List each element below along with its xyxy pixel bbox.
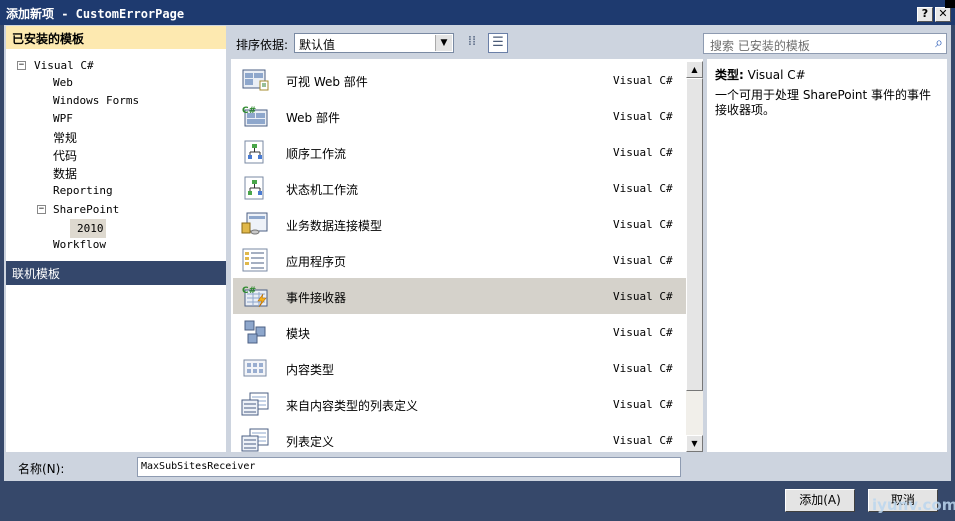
- installed-templates-header[interactable]: 已安装的模板: [6, 26, 226, 49]
- close-button[interactable]: ✕: [935, 7, 951, 22]
- details-view-icon[interactable]: ☰: [488, 33, 508, 53]
- name-label: 名称(N):: [18, 462, 65, 476]
- template-item[interactable]: 业务数据连接模型 Visual C#: [233, 206, 687, 242]
- template-item[interactable]: 顺序工作流 Visual C#: [233, 134, 687, 170]
- search-input[interactable]: 搜索 已安装的模板 ⌕: [703, 33, 947, 54]
- web-part-icon: C#: [242, 106, 268, 127]
- template-categories-panel: 已安装的模板 − Visual C# Web Windows Forms WPF…: [6, 26, 226, 452]
- scroll-down-icon[interactable]: ▼: [686, 435, 703, 452]
- template-item[interactable]: 可视 Web 部件 Visual C#: [233, 62, 687, 98]
- list-definition-icon: [241, 428, 269, 452]
- add-button[interactable]: 添加(A): [785, 489, 855, 512]
- bdc-model-icon: [241, 212, 268, 235]
- sort-by-label: 排序依据:: [236, 38, 289, 52]
- application-page-icon: [242, 248, 268, 272]
- content-type-icon: [243, 359, 267, 377]
- small-icons-view-icon[interactable]: ⁞⁞: [462, 33, 482, 53]
- event-receiver-icon: C#: [242, 286, 268, 308]
- template-item-selected[interactable]: C# 事件接收器 Visual C#: [233, 278, 687, 314]
- template-item[interactable]: 内容类型 Visual C#: [233, 350, 687, 386]
- dialog-window: 添加新项 - CustomErrorPage ? ✕ 已安装的模板 − Visu…: [0, 0, 955, 521]
- state-machine-workflow-icon: [244, 176, 264, 200]
- tree-item-web[interactable]: Web: [53, 76, 73, 94]
- template-description: 一个可用于处理 SharePoint 事件的事件接收器项。: [715, 88, 932, 117]
- template-list-scrollbar[interactable]: ▲ ▼: [686, 61, 703, 452]
- name-input[interactable]: MaxSubSitesReceiver: [137, 457, 681, 477]
- template-item[interactable]: 状态机工作流 Visual C#: [233, 170, 687, 206]
- template-list: 可视 Web 部件 Visual C# C# Web 部件 Visual C# …: [231, 59, 703, 452]
- tree-item-data[interactable]: 数据: [53, 165, 77, 183]
- template-type: 类型: Visual C#: [715, 68, 806, 82]
- list-definition-from-content-type-icon: [241, 392, 269, 416]
- tree-item-sharepoint[interactable]: − SharePoint: [6, 202, 226, 220]
- visual-web-part-icon: [242, 69, 269, 91]
- tree-item-workflow[interactable]: Workflow: [53, 238, 106, 256]
- dropdown-arrow-icon[interactable]: ▼: [435, 35, 452, 51]
- tree-item-general[interactable]: 常规: [53, 129, 77, 147]
- template-item[interactable]: C# Web 部件 Visual C#: [233, 98, 687, 134]
- collapse-icon[interactable]: −: [37, 205, 46, 214]
- tree-item-2010[interactable]: 2010: [70, 219, 106, 238]
- tree-item-visual-csharp[interactable]: − Visual C#: [6, 58, 226, 76]
- online-templates-header[interactable]: 联机模板: [6, 261, 226, 285]
- collapse-icon[interactable]: −: [17, 61, 26, 70]
- svg-text:C#: C#: [242, 106, 256, 116]
- tree-item-reporting[interactable]: Reporting: [53, 184, 113, 202]
- template-details-panel: 类型: Visual C# 一个可用于处理 SharePoint 事件的事件接收…: [707, 59, 947, 452]
- watermark-logo: iyunv.com: [872, 496, 955, 514]
- title-bar: 添加新项 - CustomErrorPage ? ✕: [0, 0, 955, 25]
- template-item[interactable]: 应用程序页 Visual C#: [233, 242, 687, 278]
- corner-artifact: [945, 0, 955, 8]
- sort-by-select[interactable]: 默认值 ▼: [294, 33, 454, 53]
- help-button[interactable]: ?: [917, 7, 933, 22]
- tree-item-code[interactable]: 代码: [53, 147, 77, 165]
- module-icon: [244, 320, 266, 344]
- scrollbar-thumb[interactable]: [686, 78, 703, 391]
- template-item[interactable]: 模块 Visual C#: [233, 314, 687, 350]
- name-bar: 名称(N): MaxSubSitesReceiver: [4, 452, 951, 481]
- svg-text:C#: C#: [242, 286, 256, 296]
- tree-item-windows-forms[interactable]: Windows Forms: [53, 94, 139, 112]
- tree-item-wpf[interactable]: WPF: [53, 112, 73, 130]
- scroll-up-icon[interactable]: ▲: [686, 61, 703, 78]
- template-item[interactable]: 来自内容类型的列表定义 Visual C#: [233, 386, 687, 422]
- search-icon[interactable]: ⌕: [935, 35, 943, 51]
- sequential-workflow-icon: [244, 140, 264, 164]
- window-title: 添加新项 - CustomErrorPage: [6, 7, 185, 21]
